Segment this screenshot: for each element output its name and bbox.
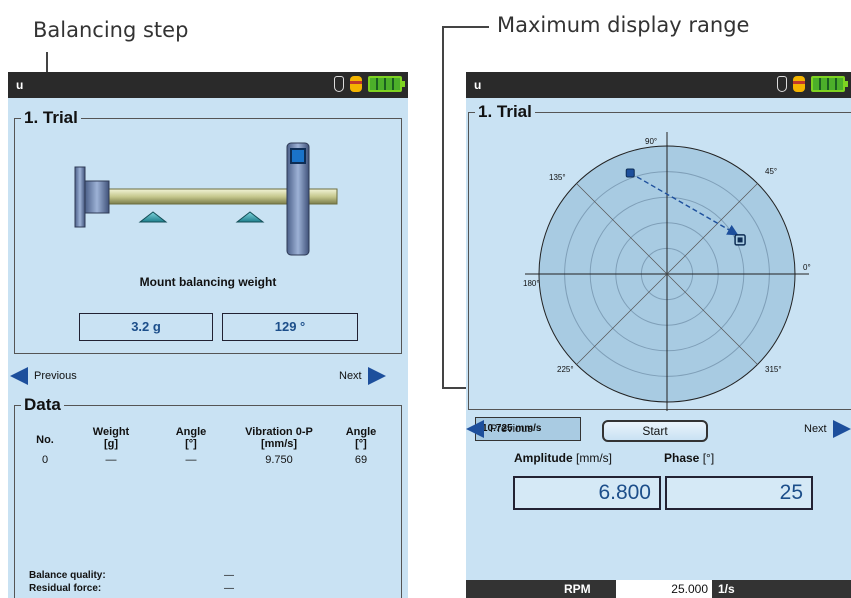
rpm-value-field[interactable]: 25.000: [616, 580, 712, 598]
previous-label: Previous: [34, 370, 77, 382]
polar-angle-label: 315°: [765, 365, 782, 374]
rpm-bar: RPM 25.000 1/s: [466, 580, 851, 598]
sensor-icon: [793, 76, 805, 92]
cell-vibration: 9.750: [265, 454, 293, 466]
previous-button[interactable]: Previous: [466, 420, 533, 438]
arrow-right-icon: [832, 420, 851, 438]
trial-groupbox: 1. Trial Mount balancing weight 3.2 g 12…: [14, 108, 402, 354]
status-bar: u: [8, 72, 408, 98]
callout-balancing-step: Balancing step: [33, 18, 189, 42]
status-bar: u: [466, 72, 851, 98]
current-point-core: [737, 237, 743, 243]
residual-force-label: Residual force:: [29, 583, 102, 594]
cell-no: 0: [41, 454, 49, 466]
phase-label: Phase [°]: [664, 451, 715, 465]
col-header-angle-2: Angle [°]: [345, 426, 377, 450]
right-device-screen: u 1. Trial 90°45°0°315°270°225°180°135° …: [466, 72, 851, 598]
rotor-illustration: [74, 142, 338, 256]
rpm-label: RPM: [564, 582, 591, 596]
probe-icon: [777, 76, 787, 92]
balance-quality-label: Balance quality:: [29, 570, 106, 581]
weight-value-box: 3.2 g: [79, 313, 213, 341]
data-table: No. Weight [g] Angle [°] Vibration 0-P [mm/…: [19, 424, 395, 468]
amplitude-label: Amplitude [mm/s]: [514, 451, 613, 465]
cell-weight: —: [105, 454, 117, 466]
polar-angle-label: 225°: [557, 365, 574, 374]
polar-angle-label: 45°: [765, 167, 777, 176]
battery-icon: [368, 76, 405, 92]
col-header-vibration: Vibration 0-P [mm/s]: [245, 426, 313, 450]
leader-line-range-vertical: [442, 26, 444, 388]
trial-groupbox: 1. Trial 90°45°0°315°270°225°180°135° 10…: [468, 102, 851, 441]
start-button[interactable]: Start: [602, 420, 708, 442]
left-device-screen: u 1. Trial Mount balancing weight 3.2 g …: [8, 72, 408, 598]
cell-angle-2: 69: [354, 454, 368, 466]
data-groupbox: Data No. Weight [g] Angle [°] Vibration 0-…: [14, 395, 402, 598]
angle-value-box: 129 °: [222, 313, 358, 341]
polar-angle-label: 90°: [645, 137, 657, 146]
polar-plot: 90°45°0°315°270°225°180°135°: [523, 132, 811, 411]
start-point-marker: [625, 168, 635, 178]
next-label: Next: [339, 370, 362, 382]
polar-angle-label: 0°: [803, 263, 811, 272]
next-button[interactable]: Next: [804, 420, 851, 438]
col-header-angle: Angle [°]: [175, 426, 207, 450]
rpm-unit: 1/s: [718, 582, 735, 596]
app-letter: u: [474, 78, 482, 92]
arrow-left-icon: [10, 367, 28, 385]
callout-max-display-range: Maximum display range: [497, 13, 750, 37]
polar-angle-label: 135°: [549, 173, 566, 182]
residual-force-value: —: [224, 583, 234, 594]
arrow-left-icon: [466, 420, 484, 438]
phase-value-box: 25: [665, 476, 813, 510]
next-label: Next: [804, 423, 827, 435]
sensor-icon: [350, 76, 362, 92]
amplitude-value-box: 6.800: [513, 476, 661, 510]
battery-icon: [811, 76, 848, 92]
probe-icon: [334, 76, 344, 92]
previous-button[interactable]: Previous: [10, 367, 77, 385]
next-button[interactable]: Next: [339, 367, 386, 385]
data-title: Data: [21, 395, 64, 415]
polar-angle-label: 180°: [523, 279, 540, 288]
previous-label: Previous: [490, 423, 533, 435]
table-row[interactable]: 0 — — 9.750 69: [19, 452, 395, 468]
balance-quality-value: —: [224, 570, 234, 581]
app-letter: u: [16, 78, 24, 92]
cell-angle: —: [185, 454, 197, 466]
leader-line-range-top: [442, 26, 489, 28]
col-header-weight: Weight [g]: [92, 426, 130, 450]
instruction-label: Mount balancing weight: [139, 275, 277, 289]
arrow-right-icon: [367, 367, 386, 385]
col-header-no: No.: [36, 434, 54, 446]
